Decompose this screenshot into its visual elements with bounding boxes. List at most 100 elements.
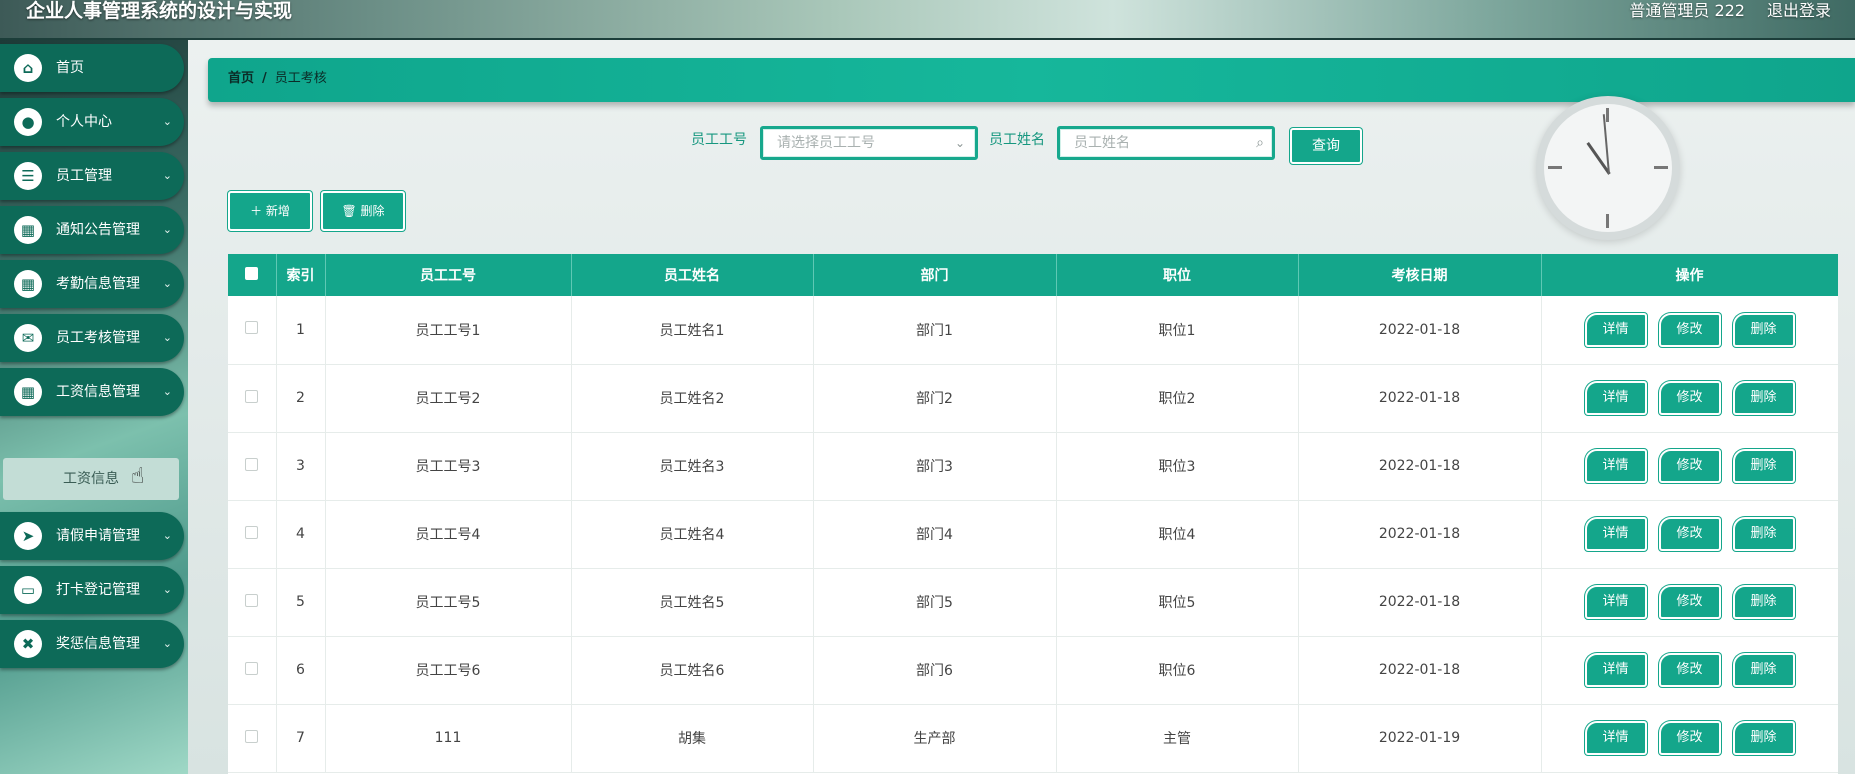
row-checkbox-cell[interactable]: [228, 432, 277, 501]
query-button[interactable]: 查询: [1290, 128, 1362, 164]
edit-button[interactable]: 修改: [1658, 312, 1721, 347]
employee-id-select[interactable]: 请选择员工工号 ⌄: [760, 126, 978, 160]
cell-index: 1: [276, 296, 326, 365]
cell-index: 6: [276, 636, 326, 705]
sidebar-item-8[interactable]: ▭ 打卡登记管理 ⌄: [0, 566, 184, 614]
cell-index: 4: [276, 500, 326, 569]
submenu-item-label: 工资信息: [63, 471, 119, 487]
delete-button[interactable]: 删除: [1732, 517, 1795, 551]
chevron-down-icon: ⌄: [162, 529, 172, 542]
sidebar-item-label: 打卡登记管理: [56, 582, 140, 598]
sidebar-item-1[interactable]: ● 个人中心 ⌄: [0, 98, 184, 146]
sidebar: 工资信息 ☝ ⌂ 首页 ● 个人中心 ⌄ ☰ 员工管理 ⌄ ▦ 通知公告管理 ⌄ ▦ 考勤信息管理 ⌄ ✉ 员…: [0, 40, 188, 774]
chevron-down-icon: ⌄: [954, 136, 965, 150]
sidebar-item-0[interactable]: ⌂ 首页: [0, 44, 184, 92]
row-actions: 详情 修改 删除: [1541, 364, 1838, 433]
chevron-down-icon: ⌄: [162, 223, 172, 236]
app-title: 企业人事管理系统的设计与实现: [26, 0, 293, 22]
edit-button[interactable]: 修改: [1658, 721, 1721, 755]
cell-dept: 部门2: [813, 364, 1057, 433]
delete-button[interactable]: 删除: [1732, 312, 1795, 347]
sidebar-item-9[interactable]: ✖ 奖惩信息管理 ⌄: [0, 620, 184, 668]
delete-button[interactable]: 删除: [1732, 381, 1795, 415]
row-actions: 详情 修改 删除: [1541, 296, 1838, 365]
chevron-down-icon: ⌄: [162, 583, 172, 596]
row-checkbox[interactable]: [245, 661, 259, 675]
edit-button[interactable]: 修改: [1658, 449, 1721, 483]
row-checkbox-cell[interactable]: [228, 636, 277, 705]
cell-index: 7: [276, 704, 326, 773]
pointer-cursor-icon: ☝: [131, 464, 145, 489]
cell-emp_name: 员工姓名1: [571, 296, 814, 365]
row-checkbox[interactable]: [245, 525, 259, 539]
cell-emp_id: 员工工号4: [325, 500, 572, 569]
current-user: 普通管理员 222: [1629, 1, 1745, 20]
cell-dept: 生产部: [813, 704, 1057, 773]
employee-name-input[interactable]: 员工姓名 ⌕: [1057, 126, 1275, 160]
row-checkbox[interactable]: [245, 593, 259, 607]
delete-button[interactable]: 删除: [1732, 449, 1795, 483]
row-checkbox-cell[interactable]: [228, 296, 277, 365]
delete-button[interactable]: 删除: [1732, 721, 1795, 755]
edit-button[interactable]: 修改: [1658, 585, 1721, 619]
submenu-item-salary-info[interactable]: 工资信息 ☝: [3, 458, 179, 500]
row-checkbox[interactable]: [245, 389, 259, 403]
sidebar-item-2[interactable]: ☰ 员工管理 ⌄: [0, 152, 184, 200]
cell-position: 职位3: [1056, 432, 1299, 501]
select-all-checkbox-cell[interactable]: [228, 254, 277, 296]
cell-position: 职位1: [1056, 296, 1299, 365]
sidebar-item-5[interactable]: ✉ 员工考核管理 ⌄: [0, 314, 184, 362]
chat-icon: ✉: [14, 324, 42, 352]
table-row: 4 员工工号4 员工姓名4 部门4 职位4 2022-01-18 详情 修改 删除: [228, 500, 1838, 569]
sidebar-item-7[interactable]: ➤ 请假申请管理 ⌄: [0, 512, 184, 560]
cell-dept: 部门5: [813, 568, 1057, 637]
row-checkbox[interactable]: [245, 321, 259, 335]
detail-button[interactable]: 详情: [1584, 721, 1647, 755]
grid-icon: ▦: [14, 270, 42, 298]
breadcrumb-home[interactable]: 首页: [228, 71, 254, 86]
row-checkbox-cell[interactable]: [228, 568, 277, 637]
row-checkbox[interactable]: [245, 457, 259, 471]
employee-id-label: 员工工号: [691, 132, 747, 148]
delete-button[interactable]: 删除: [1732, 653, 1795, 687]
detail-button[interactable]: 详情: [1584, 381, 1647, 415]
sidebar-item-label: 员工考核管理: [56, 330, 140, 346]
cell-dept: 部门3: [813, 432, 1057, 501]
edit-button[interactable]: 修改: [1658, 517, 1721, 551]
sidebar-item-4[interactable]: ▦ 考勤信息管理 ⌄: [0, 260, 184, 308]
row-checkbox[interactable]: [245, 729, 259, 743]
send-icon: ➤: [14, 522, 42, 550]
sidebar-item-6[interactable]: ▦ 工资信息管理 ⌄: [0, 368, 184, 416]
delete-button[interactable]: 删除: [1732, 585, 1795, 619]
column-header: 员工工号: [325, 254, 572, 296]
select-all-checkbox[interactable]: [245, 266, 259, 280]
row-checkbox-cell[interactable]: [228, 500, 277, 569]
employee-id-placeholder: 请选择员工工号: [777, 135, 875, 151]
detail-button[interactable]: 详情: [1584, 653, 1647, 687]
detail-button[interactable]: 详情: [1584, 517, 1647, 551]
user-icon: ●: [14, 108, 42, 136]
row-checkbox-cell[interactable]: [228, 704, 277, 773]
sidebar-item-3[interactable]: ▦ 通知公告管理 ⌄: [0, 206, 184, 254]
table-row: 3 员工工号3 员工姓名3 部门3 职位3 2022-01-18 详情 修改 删除: [228, 432, 1838, 501]
sidebar-item-label: 奖惩信息管理: [56, 636, 140, 652]
grid-icon: ▦: [14, 378, 42, 406]
detail-button[interactable]: 详情: [1584, 585, 1647, 619]
row-checkbox-cell[interactable]: [228, 364, 277, 433]
add-button[interactable]: ＋ 新增: [228, 191, 312, 231]
cell-date: 2022-01-19: [1298, 704, 1542, 773]
logout-link[interactable]: 退出登录: [1767, 0, 1831, 22]
edit-button[interactable]: 修改: [1658, 381, 1721, 415]
sidebar-item-label: 员工管理: [56, 168, 112, 184]
cell-emp_id: 111: [325, 704, 572, 773]
sidebar-item-label: 请假申请管理: [56, 528, 140, 544]
cell-position: 主管: [1056, 704, 1299, 773]
cell-date: 2022-01-18: [1298, 364, 1542, 433]
chevron-down-icon: ⌄: [162, 331, 172, 344]
delete-selected-button[interactable]: 🗑 删除: [321, 191, 405, 231]
column-header: 部门: [813, 254, 1057, 296]
cell-date: 2022-01-18: [1298, 432, 1542, 501]
edit-button[interactable]: 修改: [1658, 653, 1721, 687]
detail-button[interactable]: 详情: [1584, 449, 1647, 483]
detail-button[interactable]: 详情: [1584, 312, 1647, 347]
